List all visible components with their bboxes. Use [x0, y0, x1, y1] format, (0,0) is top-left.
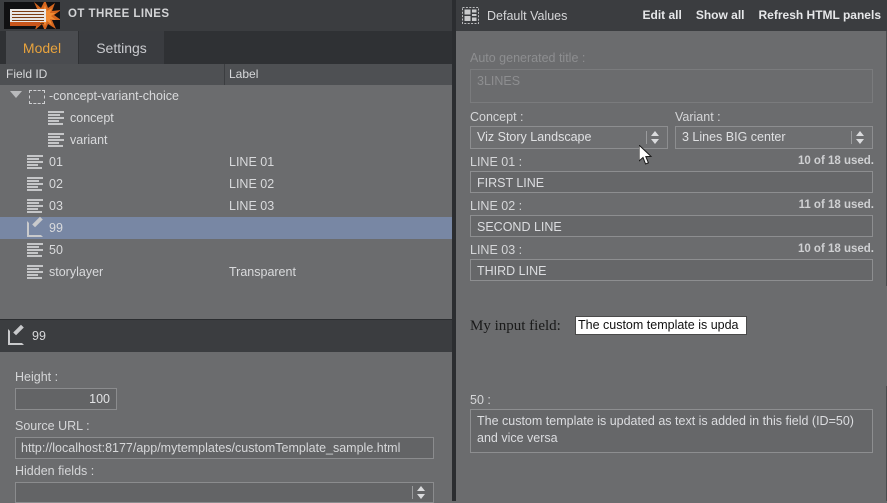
concept-value: Viz Story Landscape [477, 130, 592, 144]
table-row[interactable]: -concept-variant-choice [0, 85, 452, 107]
show-all-button[interactable]: Show all [696, 8, 745, 22]
table-row-selected[interactable]: 99 [0, 216, 452, 239]
pencil-edit-icon [8, 324, 24, 345]
text-lines-icon [48, 133, 64, 147]
properties-panel-body: Height : 100 Source URL : http://localho… [0, 352, 452, 503]
tree-item-label: LINE 01 [229, 155, 275, 169]
line-02-label: LINE 02 : [470, 199, 523, 213]
table-row[interactable]: variant [0, 129, 452, 151]
line-02-input[interactable]: SECOND LINE [470, 215, 873, 237]
line-01-counter: 10 of 18 used. [797, 155, 874, 167]
tree-item-id: -concept-variant-choice [49, 89, 179, 103]
application-window: OT THREE LINES Model Settings Field ID L… [0, 0, 887, 503]
concept-label: Concept : [470, 110, 524, 124]
tree-item-label: LINE 02 [229, 177, 275, 191]
my-input-field-input[interactable]: The custom template is upda [575, 316, 747, 335]
text-lines-icon [27, 177, 43, 191]
auto-generated-title-label: Auto generated title : [470, 51, 586, 65]
properties-panel-header: 99 [0, 319, 452, 353]
tree-item-id: storylayer [49, 265, 104, 279]
text-lines-icon [27, 155, 43, 169]
tree-item-id: 50 [49, 243, 63, 257]
field-50-textarea[interactable]: The custom template is updated as text i… [470, 409, 873, 453]
height-input[interactable]: 100 [15, 388, 117, 410]
tab-settings[interactable]: Settings [79, 31, 164, 64]
column-header-field-id: Field ID [6, 67, 48, 81]
text-lines-icon [27, 199, 43, 213]
tab-model[interactable]: Model [6, 31, 78, 64]
hidden-fields-label: Hidden fields : [15, 464, 95, 478]
logo-accent-bar [10, 22, 40, 26]
text-lines-icon [48, 111, 64, 125]
my-input-field-label: My input field: [470, 318, 561, 334]
tree-item-label: LINE 03 [229, 199, 275, 213]
line-03-counter: 10 of 18 used. [797, 243, 874, 255]
refresh-html-panels-button[interactable]: Refresh HTML panels [759, 8, 881, 22]
panels-layout-icon [462, 7, 479, 24]
line-01-label: LINE 01 : [470, 155, 523, 169]
window-title: OT THREE LINES [68, 8, 170, 20]
table-row[interactable]: storylayer Transparent [0, 261, 452, 283]
logo-text-bars [10, 9, 46, 24]
table-row[interactable]: 02 LINE 02 [0, 173, 452, 195]
spinner-arrows-icon[interactable] [851, 130, 867, 146]
height-label: Height : [15, 370, 59, 384]
column-divider[interactable] [224, 64, 225, 85]
edit-all-button[interactable]: Edit all [642, 8, 681, 22]
tree-item-id: 02 [49, 177, 63, 191]
source-url-input[interactable]: http://localhost:8177/app/mytemplates/cu… [15, 437, 434, 459]
variant-label: Variant : [675, 110, 721, 124]
mouse-pointer-icon [639, 145, 653, 165]
table-row[interactable]: 01 LINE 01 [0, 151, 452, 173]
default-values-header: Default Values Edit all Show all Refresh… [456, 0, 887, 31]
line-03-label: LINE 03 : [470, 243, 523, 257]
line-02-counter: 11 of 18 used. [798, 199, 874, 211]
right-panel-actions: Edit all Show all Refresh HTML panels [642, 8, 881, 22]
tab-bar: Model Settings [0, 31, 452, 65]
left-column: OT THREE LINES Model Settings Field ID L… [0, 0, 452, 503]
properties-panel-title: 99 [32, 329, 46, 343]
chevron-down-icon[interactable] [10, 91, 22, 98]
tree-item-id: variant [70, 133, 108, 147]
right-column: Default Values Edit all Show all Refresh… [456, 0, 887, 501]
custom-html-panel: My input field: The custom template is u… [456, 286, 887, 386]
tree-item-label: Transparent [229, 265, 296, 279]
table-row[interactable]: concept [0, 107, 452, 129]
default-values-form: Auto generated title : 3LINES Concept : … [456, 31, 887, 501]
text-lines-icon [27, 265, 43, 279]
table-row[interactable]: 50 [0, 239, 452, 261]
hidden-fields-select[interactable] [15, 482, 434, 503]
field-tree: -concept-variant-choice concept variant … [0, 85, 452, 309]
tree-item-id: 03 [49, 199, 63, 213]
tree-item-id: 01 [49, 155, 63, 169]
spinner-arrows-icon[interactable] [412, 485, 428, 501]
line-01-input[interactable]: FIRST LINE [470, 171, 873, 193]
variant-select[interactable]: 3 Lines BIG center [675, 126, 873, 149]
column-header-label: Label [229, 67, 259, 81]
window-title-bar: OT THREE LINES [0, 0, 452, 31]
source-url-label: Source URL : [15, 419, 90, 433]
tree-item-id: concept [70, 111, 114, 125]
dashed-box-icon [29, 90, 45, 104]
field-50-label: 50 : [470, 393, 491, 407]
tree-column-header: Field ID Label [0, 64, 452, 86]
table-row[interactable]: 03 LINE 03 [0, 195, 452, 217]
right-panel-title: Default Values [487, 9, 568, 23]
line-03-input[interactable]: THIRD LINE [470, 259, 873, 281]
text-lines-icon [27, 243, 43, 257]
spinner-arrows-icon[interactable] [646, 130, 662, 146]
auto-generated-title-input[interactable]: 3LINES [470, 69, 873, 103]
pencil-edit-icon [27, 216, 43, 237]
app-logo [4, 2, 60, 29]
tree-item-id: 99 [49, 221, 63, 235]
variant-value: 3 Lines BIG center [682, 130, 786, 144]
